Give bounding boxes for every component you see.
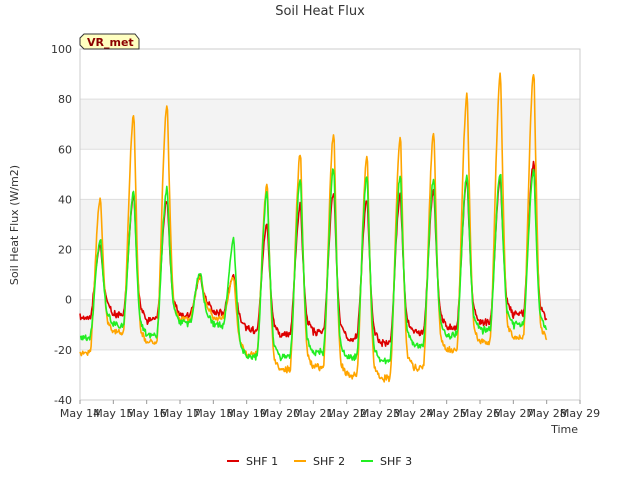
y-tick-label: -40: [54, 394, 72, 407]
y-axis-ticks: -40 -20 0 20 40 60 80 100: [51, 43, 72, 407]
x-tick-label: May 29: [560, 407, 600, 420]
legend: SHF 1 SHF 2 SHF 3: [227, 455, 412, 468]
legend-label-shf-3: SHF 3: [380, 455, 412, 468]
y-axis-title: Soil Heat Flux (W/m2): [8, 165, 21, 285]
y-tick-label: 40: [58, 193, 72, 206]
y-tick-label: 80: [58, 93, 72, 106]
chart-title: Soil Heat Flux: [275, 4, 365, 19]
x-axis-ticks: May 14May 15May 16May 17May 18May 19May …: [60, 400, 600, 420]
y-tick-label: 60: [58, 143, 72, 156]
site-badge: VR_met: [79, 33, 140, 50]
legend-label-shf-2: SHF 2: [313, 455, 345, 468]
y-tick-label: 100: [51, 43, 72, 56]
x-axis-title: Time: [550, 423, 578, 436]
y-tick-label: 0: [65, 294, 72, 307]
y-tick-label: -20: [54, 344, 72, 357]
plot-band: [80, 49, 580, 100]
legend-label-shf-1: SHF 1: [246, 455, 278, 468]
plot-band: [80, 99, 580, 150]
plot-band: [80, 349, 580, 400]
site-badge-label: VR_met: [87, 36, 134, 49]
y-tick-label: 20: [58, 244, 72, 257]
soil-heat-flux-chart: -40 -20 0 20 40 60 80 100 May 14May 15May 16May…: [8, 4, 600, 468]
